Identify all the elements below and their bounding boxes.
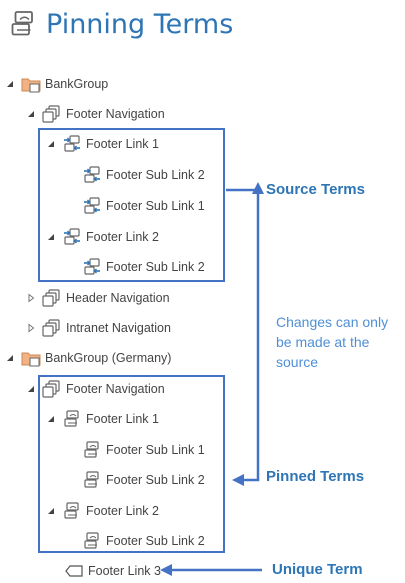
changes-note: Changes can only be made at the source [276, 312, 405, 372]
pinned-terms-label: Pinned Terms [266, 468, 365, 485]
note-line: Changes can only [276, 314, 389, 330]
source-to-pinned-arrow [226, 188, 260, 482]
pinned-arrowhead [232, 474, 244, 486]
source-arrowhead [252, 182, 264, 194]
unique-term-arrow [160, 564, 262, 576]
source-terms-label: Source Terms [266, 181, 365, 198]
annotation-arrows [160, 182, 264, 576]
unique-term-label: Unique Term [272, 561, 363, 578]
note-line: be made at the [276, 334, 370, 350]
note-line: source [276, 354, 319, 370]
